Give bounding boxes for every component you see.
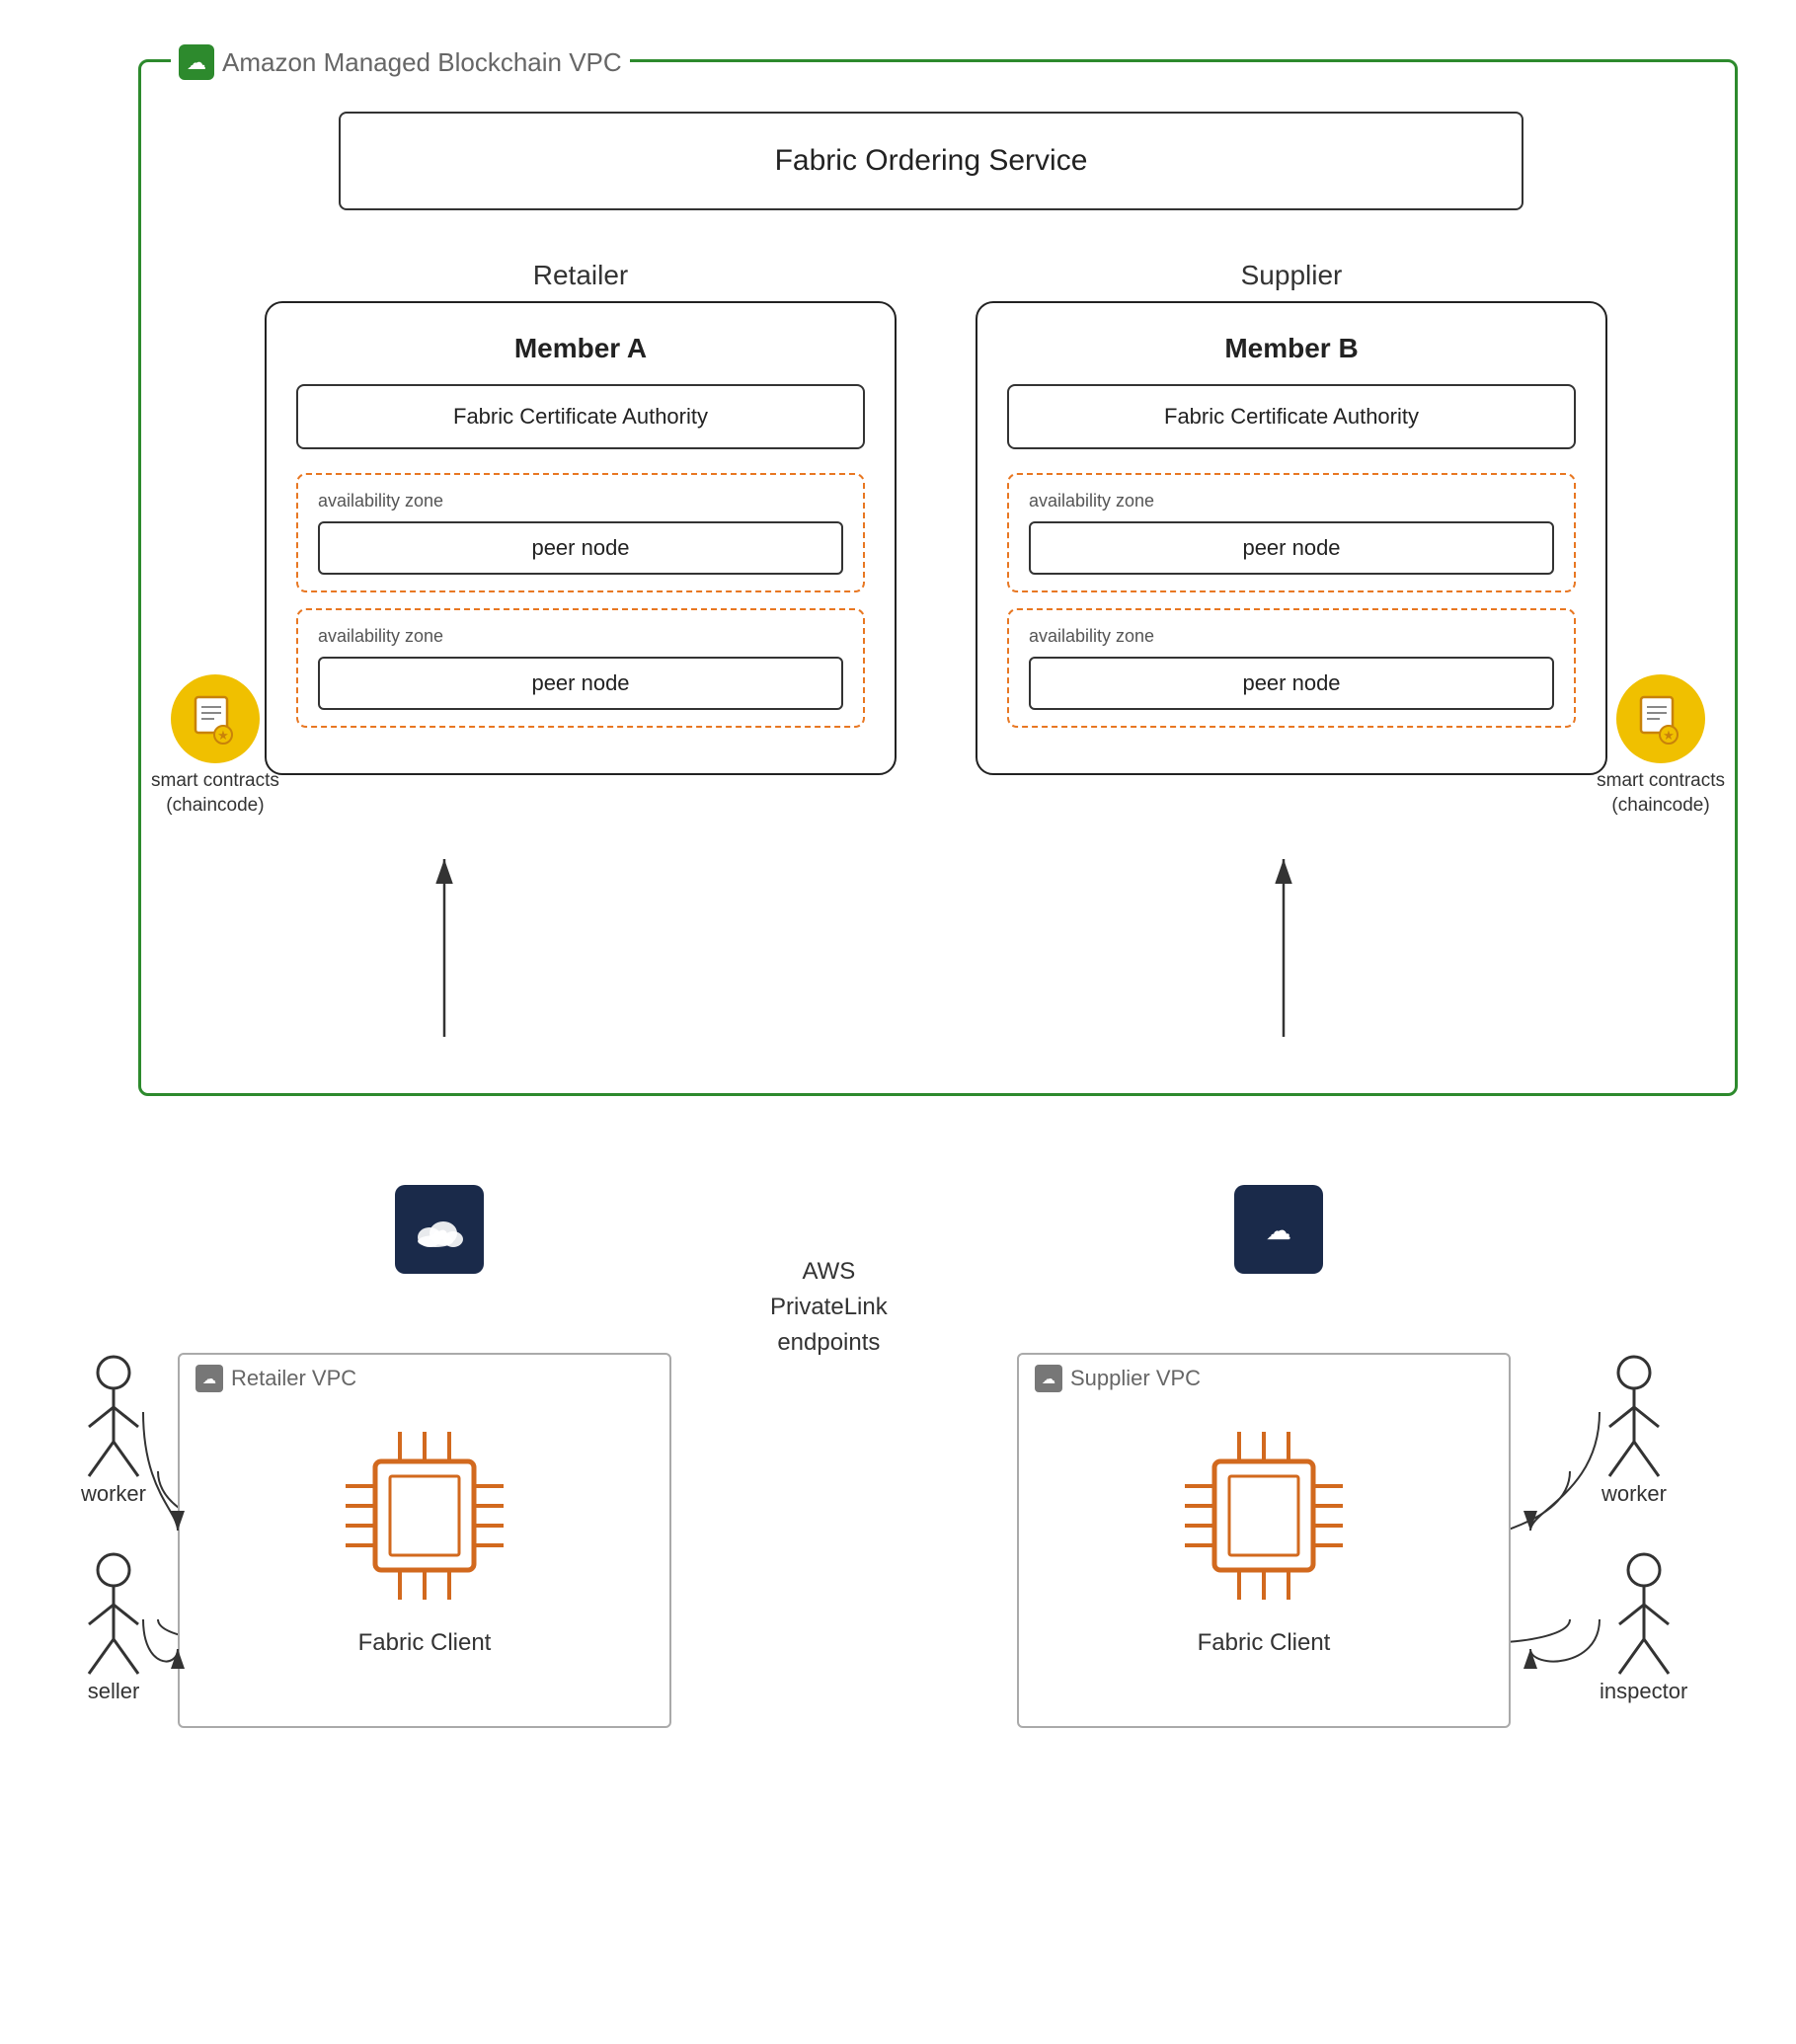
bottom-section: AWSPrivateLinkendpoints ☁ ☁ ☁ Retailer V: [59, 1155, 1737, 2005]
vpc-outer-box: ☁ Amazon Managed Blockchain VPC Fabric O…: [138, 59, 1738, 1096]
privatelink-text: AWSPrivateLinkendpoints: [770, 1258, 888, 1356]
supplier-section: Supplier Member B Fabric Certificate Aut…: [976, 260, 1607, 775]
members-row: Retailer Member A Fabric Certificate Aut…: [171, 260, 1701, 775]
retailer-az2: availability zone peer node: [296, 608, 865, 728]
svg-text:★: ★: [217, 728, 229, 743]
supplier-peer1: peer node: [1029, 521, 1554, 575]
worker-left-label: worker: [81, 1481, 146, 1507]
retailer-fabric-client-label: Fabric Client: [180, 1629, 669, 1657]
supplier-peer2: peer node: [1029, 657, 1554, 710]
retailer-az1: availability zone peer node: [296, 473, 865, 592]
seller-svg: [79, 1550, 148, 1679]
worker-right-label: worker: [1601, 1481, 1667, 1507]
supplier-vpc-header: ☁ Supplier VPC: [1019, 1355, 1509, 1402]
member-a-box: Member A Fabric Certificate Authority av…: [265, 301, 897, 775]
supplier-fabric-client-label: Fabric Client: [1019, 1629, 1509, 1657]
ordering-service-label: Fabric Ordering Service: [775, 144, 1088, 178]
smart-contract-label-right: smart contracts(chaincode): [1597, 769, 1725, 818]
supplier-az1: availability zone peer node: [1007, 473, 1576, 592]
retailer-vpc-icon: ☁: [195, 1365, 223, 1392]
inspector-label: inspector: [1600, 1679, 1687, 1704]
supplier-vpc-box: ☁ Supplier VPC: [1017, 1353, 1511, 1728]
supplier-az2-label: availability zone: [1029, 626, 1554, 647]
retailer-peer2: peer node: [318, 657, 843, 710]
diagram-container: ☁ Amazon Managed Blockchain VPC Fabric O…: [59, 39, 1737, 1973]
supplier-chip-icon: [1175, 1432, 1353, 1600]
smart-contract-label-left: smart contracts(chaincode): [151, 769, 279, 818]
inspector-svg: [1609, 1550, 1679, 1679]
seller-label: seller: [88, 1679, 140, 1704]
retailer-cert-authority: Fabric Certificate Authority: [296, 384, 865, 449]
svg-text:☁: ☁: [1266, 1216, 1291, 1245]
supplier-az2: availability zone peer node: [1007, 608, 1576, 728]
svg-text:☁: ☁: [427, 1216, 452, 1245]
retailer-vpc-label: Retailer VPC: [231, 1366, 356, 1391]
member-b-title: Member B: [1007, 333, 1576, 364]
retailer-vpc-header: ☁ Retailer VPC: [180, 1355, 669, 1402]
retailer-peer1: peer node: [318, 521, 843, 575]
smart-contract-right: ★ smart contracts(chaincode): [1597, 674, 1725, 818]
smart-contract-icon-right: ★: [1616, 674, 1705, 763]
worker-left-figure: worker: [79, 1353, 148, 1507]
ordering-service-box: Fabric Ordering Service: [339, 112, 1523, 210]
cloud-endpoint-retailer: ☁: [395, 1185, 484, 1274]
member-b-box: Member B Fabric Certificate Authority av…: [976, 301, 1607, 775]
worker-left-svg: [79, 1353, 148, 1481]
retailer-vpc-box: ☁ Retailer VPC: [178, 1353, 671, 1728]
privatelink-label: AWSPrivateLinkendpoints: [770, 1254, 888, 1361]
retailer-chip-icon: [336, 1432, 513, 1600]
supplier-vpc-icon: ☁: [1035, 1365, 1062, 1392]
smart-contract-left: ★ smart contracts(chaincode): [151, 674, 279, 818]
inspector-figure: inspector: [1600, 1550, 1687, 1704]
vpc-label: ☁ Amazon Managed Blockchain VPC: [171, 44, 630, 80]
worker-right-figure: worker: [1600, 1353, 1669, 1507]
supplier-az1-label: availability zone: [1029, 491, 1554, 511]
cloud-endpoint-supplier: ☁: [1234, 1185, 1323, 1274]
retailer-az2-label: availability zone: [318, 626, 843, 647]
retailer-az1-label: availability zone: [318, 491, 843, 511]
smart-contract-icon-left: ★: [171, 674, 260, 763]
vpc-cloud-icon: ☁: [179, 44, 214, 80]
worker-right-svg: [1600, 1353, 1669, 1481]
retailer-section-title: Retailer: [533, 260, 628, 291]
supplier-vpc-label: Supplier VPC: [1070, 1366, 1201, 1391]
supplier-section-title: Supplier: [1241, 260, 1343, 291]
seller-figure: seller: [79, 1550, 148, 1704]
member-a-title: Member A: [296, 333, 865, 364]
retailer-section: Retailer Member A Fabric Certificate Aut…: [265, 260, 897, 775]
supplier-cert-authority: Fabric Certificate Authority: [1007, 384, 1576, 449]
svg-text:★: ★: [1663, 728, 1675, 743]
